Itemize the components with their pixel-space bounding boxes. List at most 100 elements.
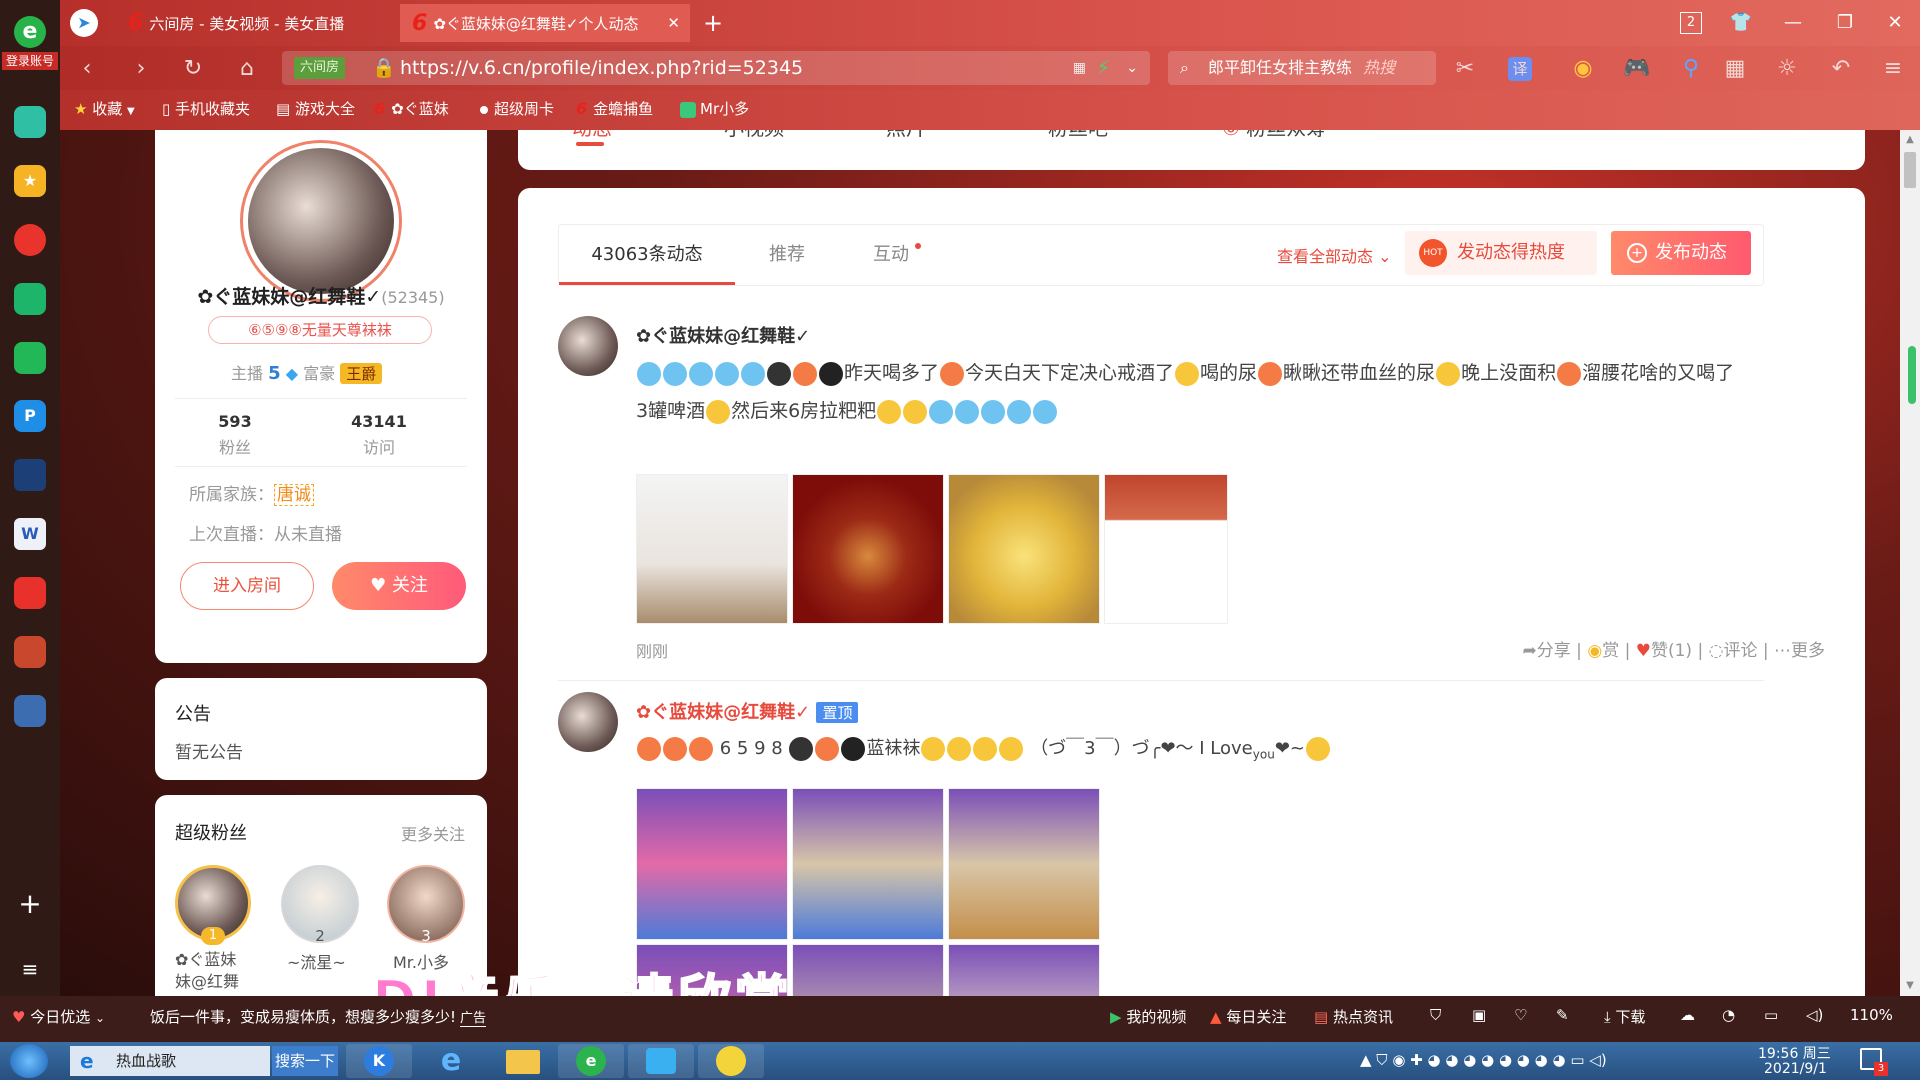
cloud-icon[interactable]: ☁ xyxy=(1680,1006,1695,1024)
weibo-icon[interactable] xyxy=(14,224,46,256)
tab-photos[interactable]: 照片 xyxy=(886,130,926,141)
url-text[interactable]: https://v.6.cn/profile/index.php?rid=523… xyxy=(400,57,803,79)
comment-button[interactable]: 评论 xyxy=(1723,641,1757,661)
browser-app-icon[interactable]: e xyxy=(558,1044,624,1078)
post-photo-6[interactable] xyxy=(792,788,944,940)
today-picks[interactable]: ♥ 今日优选 ⌄ xyxy=(12,1006,105,1027)
tab-dynamics[interactable]: 动态 xyxy=(572,130,612,141)
brightness-icon[interactable]: ☼ xyxy=(1772,54,1802,84)
skin-icon[interactable]: 👕 xyxy=(1726,8,1756,38)
bookmark-mobile[interactable]: ▯ 手机收藏夹 xyxy=(162,98,250,119)
bookmark-favorites[interactable]: ★ 收藏 ▼ xyxy=(74,98,135,119)
undo-icon[interactable]: ↶ xyxy=(1826,54,1856,84)
post-author-name[interactable]: ✿ぐ蓝妹妹@红舞鞋✓ xyxy=(636,322,810,348)
like-heart-icon[interactable]: ♥ xyxy=(1636,641,1651,661)
browser-menu-icon[interactable]: ≡ xyxy=(1878,54,1908,84)
game3-app-icon[interactable] xyxy=(14,695,46,727)
close-window-icon[interactable]: ✕ xyxy=(1880,8,1910,38)
game-app-icon[interactable] xyxy=(14,459,46,491)
scroll-up-icon[interactable]: ▲ xyxy=(1900,130,1920,150)
bookmark-fishing[interactable]: 6 金蟾捕鱼 xyxy=(576,98,653,119)
tab-fan-bar[interactable]: 粉丝吧 xyxy=(1048,130,1108,141)
post-photo-5[interactable] xyxy=(636,788,788,940)
my-video-link[interactable]: ▶ 我的视频 xyxy=(1110,1006,1186,1027)
window-icon[interactable]: ▭ xyxy=(1764,1006,1778,1024)
minimize-icon[interactable]: — xyxy=(1778,8,1808,38)
reward-button[interactable]: 赏 xyxy=(1602,641,1619,661)
new-tab-button[interactable]: + xyxy=(698,8,728,38)
post-author-avatar[interactable] xyxy=(558,692,618,752)
zoom-level[interactable]: 110% xyxy=(1850,1006,1893,1024)
post-photo-3[interactable] xyxy=(948,474,1100,624)
add-icon[interactable]: + xyxy=(14,888,46,920)
address-bar[interactable]: 六间房 🔒 https://v.6.cn/profile/index.php?r… xyxy=(282,51,1150,85)
image-icon[interactable]: ▣ xyxy=(1472,1006,1486,1024)
explorer-app-icon[interactable] xyxy=(490,1044,556,1078)
daily-follow-link[interactable]: ▲ 每日关注 xyxy=(1210,1006,1286,1027)
qr-icon[interactable]: ▦ xyxy=(1073,51,1086,85)
follow-button[interactable]: ♥ 关注 xyxy=(332,562,466,610)
menu-icon[interactable]: ≡ xyxy=(14,953,46,985)
clock-date[interactable]: 2021/9/1 xyxy=(1764,1061,1827,1077)
post-photo-2[interactable] xyxy=(792,474,944,624)
restore-icon[interactable]: ❐ xyxy=(1830,8,1860,38)
heart-outline-icon[interactable]: ♡ xyxy=(1514,1006,1527,1024)
browser-logo-icon[interactable]: e xyxy=(14,16,46,48)
sidebar-app-icon[interactable] xyxy=(14,106,46,138)
family-value[interactable]: 唐诚 xyxy=(274,484,314,506)
translate-icon[interactable]: 译 xyxy=(1508,57,1532,81)
clock-time[interactable]: 19:56 周三 xyxy=(1758,1043,1831,1063)
view-all-dropdown[interactable]: 查看全部动态 ⌄ xyxy=(1277,243,1392,267)
scroll-down-icon[interactable]: ▼ xyxy=(1900,976,1920,996)
video-app-icon[interactable] xyxy=(14,577,46,609)
coin-icon[interactable]: ◉ xyxy=(1568,54,1598,84)
doc-app-icon[interactable]: W xyxy=(14,518,46,550)
enter-room-button[interactable]: 进入房间 xyxy=(180,562,314,610)
bolt-icon[interactable]: ⚡ xyxy=(1097,51,1110,85)
game2-app-icon[interactable] xyxy=(14,636,46,668)
scissors-icon[interactable]: ✂ xyxy=(1450,54,1480,84)
search-placeholder[interactable]: 郎平卸任女排主教练 xyxy=(1208,58,1352,77)
bookmark-weekcard[interactable]: 超级周卡 xyxy=(480,98,554,119)
volume-icon[interactable]: ◁) xyxy=(1806,1006,1823,1024)
post-author-avatar[interactable] xyxy=(558,316,618,376)
speed-icon[interactable]: ◔ xyxy=(1722,1006,1735,1024)
tab-interaction[interactable]: 互动 xyxy=(839,225,943,285)
favorites-star-icon[interactable]: ★ xyxy=(14,165,46,197)
apps-grid-icon[interactable]: ▦ xyxy=(1720,54,1750,84)
superfan-name-1[interactable]: ✿ぐ蓝妹 妹@红舞 xyxy=(175,949,265,993)
download-link[interactable]: ⤓ 下载 xyxy=(1604,1006,1645,1027)
p-app-icon[interactable]: P xyxy=(14,400,46,432)
reload-icon[interactable]: ↻ xyxy=(178,54,208,84)
tab-nav-icon[interactable]: ➤ xyxy=(70,9,98,37)
player-app-icon[interactable] xyxy=(628,1044,694,1078)
ie-app-icon[interactable]: e xyxy=(418,1044,484,1078)
login-label[interactable]: 登录账号 xyxy=(2,52,58,70)
mail-icon[interactable] xyxy=(14,283,46,315)
post-photo-7[interactable] xyxy=(948,788,1100,940)
back-icon[interactable]: ‹ xyxy=(72,54,102,84)
shield-icon[interactable]: ⛉ xyxy=(1430,1006,1441,1024)
gamepad-icon[interactable]: 🎮 xyxy=(1622,54,1652,84)
search-go-button[interactable]: 搜索一下 xyxy=(272,1046,338,1076)
side-pull-handle[interactable] xyxy=(1908,346,1916,404)
tab-all-dynamics[interactable]: 43063条动态 xyxy=(559,225,735,285)
bookmark-games[interactable]: ▤ 游戏大全 xyxy=(276,98,355,119)
tab-item[interactable]: 6 六间房 - 美女视频 - 美女直播 xyxy=(116,4,396,42)
ie-search-box[interactable]: e 热血战歌 xyxy=(70,1046,270,1076)
publish-button[interactable]: + 发布动态 xyxy=(1611,231,1751,275)
post-photo-4[interactable] xyxy=(1104,474,1228,624)
tab-crowdfund[interactable]: ⑥ 粉丝众筹 xyxy=(1222,130,1326,141)
more-button[interactable]: 更多 xyxy=(1791,641,1825,661)
page-scrollbar[interactable]: ▲ ▼ xyxy=(1900,130,1920,996)
share-icon[interactable]: ➦ xyxy=(1523,641,1537,661)
post-photo-10[interactable] xyxy=(948,944,1100,996)
link-app-icon[interactable] xyxy=(14,342,46,374)
reward-icon[interactable]: ◉ xyxy=(1587,641,1602,661)
superfan-name-2[interactable]: ~流星~ xyxy=(287,949,346,973)
magnifier-tool-icon[interactable]: ⚲ xyxy=(1676,54,1706,84)
comment-icon[interactable]: ◌ xyxy=(1709,641,1724,661)
hot-news-link[interactable]: ▤ 热点资讯 xyxy=(1314,1006,1393,1027)
bookmark-mrxiaoduo[interactable]: Mr小多 xyxy=(680,98,749,119)
share-button[interactable]: 分享 xyxy=(1537,641,1571,661)
